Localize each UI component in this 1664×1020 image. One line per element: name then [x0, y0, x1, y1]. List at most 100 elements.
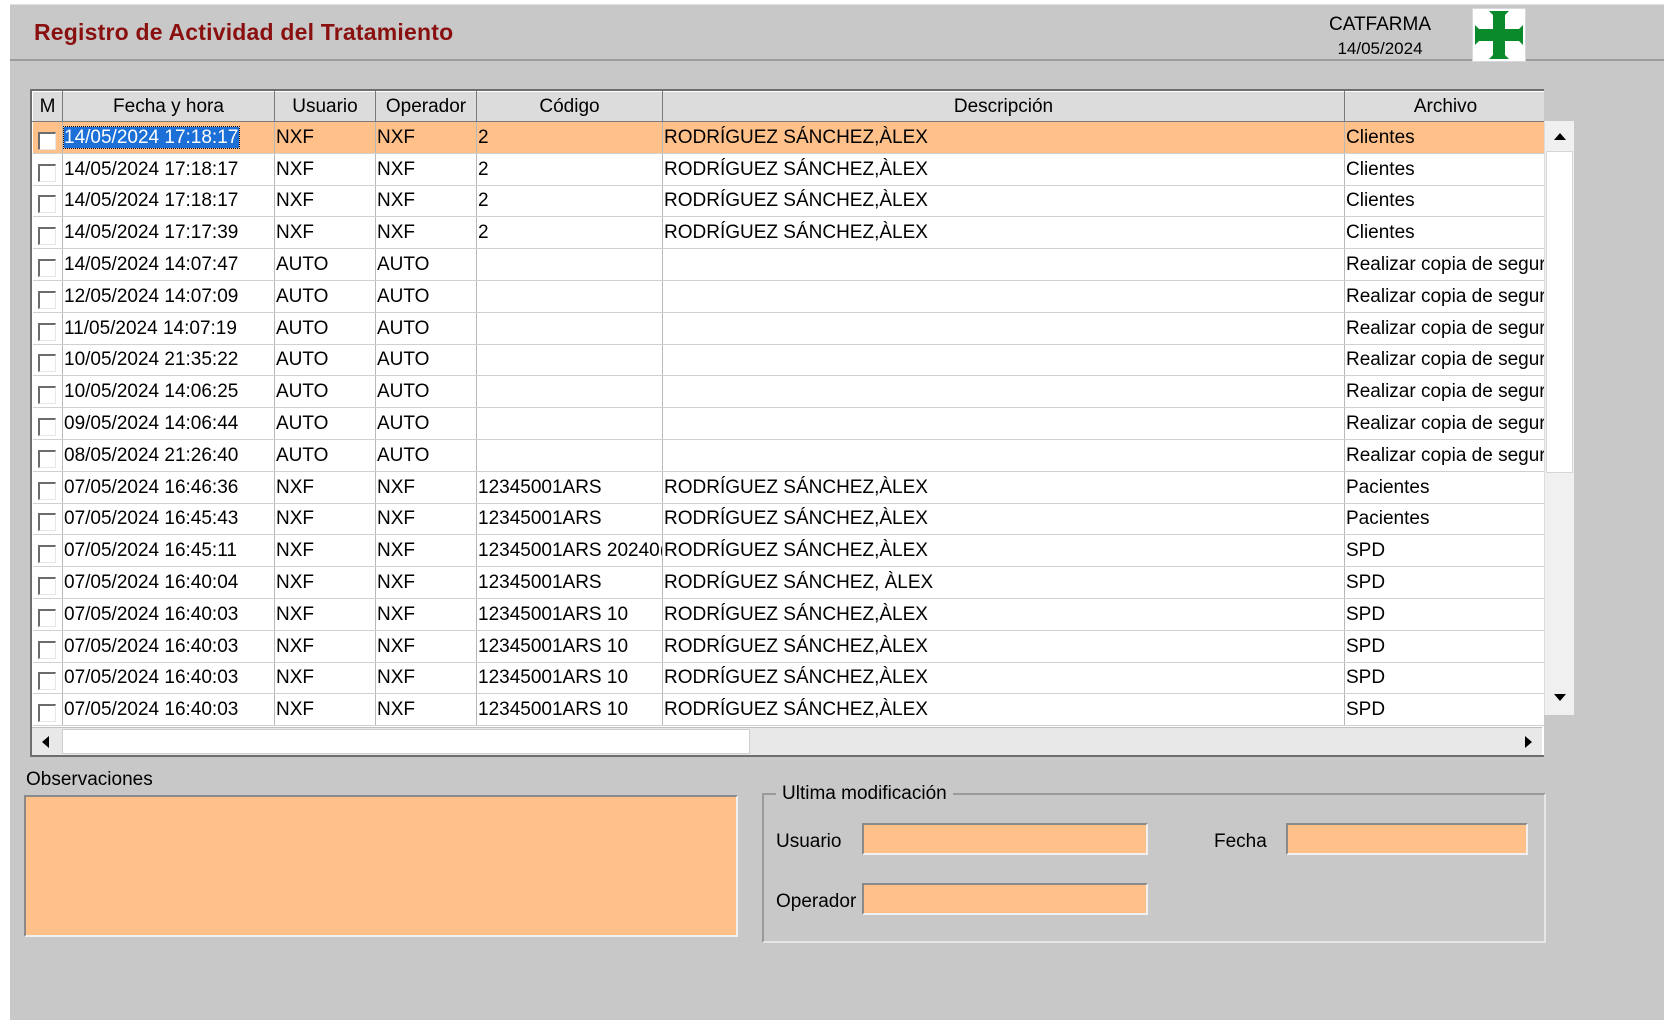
table-row[interactable]: 14/05/2024 17:18:17 NXF NXF 2 RODRÍGUEZ SÁNC…: [32, 121, 1544, 154]
row-mark-cell[interactable]: [32, 280, 63, 313]
row-mark-cell[interactable]: [32, 662, 63, 695]
row-mark-checkbox[interactable]: [38, 449, 57, 468]
cell-operador[interactable]: AUTO: [375, 280, 477, 313]
cell-archivo[interactable]: Clientes: [1344, 121, 1544, 154]
cell-codigo[interactable]: [476, 280, 663, 313]
cell-archivo[interactable]: Pacientes: [1344, 503, 1544, 536]
cell-operador[interactable]: NXF: [375, 566, 477, 599]
cell-archivo[interactable]: Clientes: [1344, 153, 1544, 186]
cell-codigo[interactable]: 12345001ARS 10: [476, 693, 663, 727]
fecha-field[interactable]: [1286, 823, 1528, 855]
cell-fecha[interactable]: 14/05/2024 17:18:17: [62, 185, 275, 218]
cell-archivo[interactable]: Clientes: [1344, 185, 1544, 218]
table-row[interactable]: 12/05/2024 14:07:09 AUTO AUTO Realizar copi…: [32, 280, 1544, 313]
cell-fecha[interactable]: 07/05/2024 16:46:36: [62, 471, 275, 504]
cell-descripcion[interactable]: [662, 312, 1345, 345]
cell-fecha[interactable]: 07/05/2024 16:40:03: [62, 630, 275, 663]
cell-descripcion[interactable]: [662, 439, 1345, 472]
cell-operador[interactable]: NXF: [375, 185, 477, 218]
observaciones-textarea[interactable]: [24, 795, 738, 937]
row-mark-checkbox[interactable]: [38, 418, 57, 437]
row-mark-checkbox[interactable]: [38, 704, 57, 723]
row-mark-cell[interactable]: [32, 216, 63, 250]
row-mark-cell[interactable]: [32, 375, 63, 409]
cell-fecha[interactable]: 10/05/2024 14:06:25: [62, 375, 275, 409]
vertical-scrollbar[interactable]: [1544, 121, 1574, 715]
cell-descripcion[interactable]: RODRÍGUEZ SÁNCHEZ,ÀLEX: [662, 153, 1345, 186]
cell-codigo[interactable]: 2: [476, 121, 663, 154]
cell-codigo[interactable]: 12345001ARS 10: [476, 662, 663, 695]
activity-grid[interactable]: M Fecha y hora Usuario Operador Código D…: [30, 89, 1544, 757]
row-mark-cell[interactable]: [32, 566, 63, 599]
row-mark-cell[interactable]: [32, 407, 63, 440]
cell-descripcion[interactable]: [662, 407, 1345, 440]
cell-operador[interactable]: NXF: [375, 471, 477, 504]
row-mark-checkbox[interactable]: [38, 672, 57, 691]
row-mark-checkbox[interactable]: [38, 227, 57, 246]
cell-usuario[interactable]: NXF: [274, 216, 376, 250]
row-mark-cell[interactable]: [32, 248, 63, 281]
row-mark-checkbox[interactable]: [38, 195, 57, 214]
cell-codigo[interactable]: 12345001ARS 10: [476, 598, 663, 631]
cell-codigo[interactable]: [476, 344, 663, 377]
cell-descripcion[interactable]: RODRÍGUEZ SÁNCHEZ,ÀLEX: [662, 471, 1345, 504]
cell-usuario[interactable]: NXF: [274, 534, 376, 568]
cell-archivo[interactable]: SPD: [1344, 693, 1544, 727]
cell-usuario[interactable]: NXF: [274, 185, 376, 218]
table-row[interactable]: 07/05/2024 16:45:11 NXF NXF 12345001ARS 202…: [32, 534, 1544, 568]
cell-operador[interactable]: AUTO: [375, 312, 477, 345]
row-mark-checkbox[interactable]: [38, 322, 57, 341]
column-header-operador[interactable]: Operador: [375, 91, 477, 122]
cell-codigo[interactable]: [476, 375, 663, 409]
row-mark-cell[interactable]: [32, 344, 63, 377]
cell-codigo[interactable]: [476, 439, 663, 472]
cell-fecha[interactable]: 07/05/2024 16:40:03: [62, 693, 275, 727]
cell-operador[interactable]: NXF: [375, 153, 477, 186]
cell-codigo[interactable]: 12345001ARS 20240(: [476, 534, 663, 568]
cell-archivo[interactable]: Realizar copia de seguric: [1344, 312, 1544, 345]
cell-archivo[interactable]: Realizar copia de seguric: [1344, 407, 1544, 440]
cell-codigo[interactable]: 12345001ARS 10: [476, 630, 663, 663]
row-mark-checkbox[interactable]: [38, 290, 57, 309]
cell-fecha[interactable]: 11/05/2024 14:07:19: [62, 312, 275, 345]
cell-codigo[interactable]: 2: [476, 153, 663, 186]
cell-operador[interactable]: NXF: [375, 534, 477, 568]
cell-codigo[interactable]: [476, 407, 663, 440]
row-mark-checkbox[interactable]: [38, 354, 57, 373]
column-header-m[interactable]: M: [32, 91, 63, 122]
cell-codigo[interactable]: 2: [476, 216, 663, 250]
column-header-usuario[interactable]: Usuario: [274, 91, 376, 122]
column-header-codigo[interactable]: Código: [476, 91, 663, 122]
table-row[interactable]: 07/05/2024 16:46:36 NXF NXF 12345001ARS RODR…: [32, 471, 1544, 504]
cell-operador[interactable]: NXF: [375, 662, 477, 695]
row-mark-cell[interactable]: [32, 630, 63, 663]
cell-descripcion[interactable]: RODRÍGUEZ SÁNCHEZ,ÀLEX: [662, 662, 1345, 695]
cell-operador[interactable]: AUTO: [375, 407, 477, 440]
cell-descripcion[interactable]: RODRÍGUEZ SÁNCHEZ, ÀLEX: [662, 566, 1345, 599]
table-row[interactable]: 09/05/2024 14:06:44 AUTO AUTO Realizar copi…: [32, 407, 1544, 440]
row-mark-checkbox[interactable]: [38, 608, 57, 627]
row-mark-checkbox[interactable]: [38, 386, 57, 405]
cell-descripcion[interactable]: RODRÍGUEZ SÁNCHEZ,ÀLEX: [662, 503, 1345, 536]
cell-usuario[interactable]: AUTO: [274, 375, 376, 409]
cell-operador[interactable]: AUTO: [375, 248, 477, 281]
cell-codigo[interactable]: 12345001ARS: [476, 503, 663, 536]
cell-usuario[interactable]: NXF: [274, 598, 376, 631]
horizontal-scrollbar[interactable]: [32, 727, 1542, 755]
row-mark-cell[interactable]: [32, 121, 63, 154]
cell-usuario[interactable]: NXF: [274, 153, 376, 186]
operador-field[interactable]: [862, 883, 1148, 915]
row-mark-cell[interactable]: [32, 693, 63, 727]
cell-usuario[interactable]: AUTO: [274, 312, 376, 345]
cell-operador[interactable]: AUTO: [375, 375, 477, 409]
cell-archivo[interactable]: SPD: [1344, 662, 1544, 695]
table-row[interactable]: 14/05/2024 17:18:17 NXF NXF 2 RODRÍGUEZ SÁNC…: [32, 153, 1544, 186]
cell-archivo[interactable]: Realizar copia de seguric: [1344, 344, 1544, 377]
cell-archivo[interactable]: Realizar copia de seguric: [1344, 439, 1544, 472]
vertical-scroll-thumb[interactable]: [1546, 151, 1573, 473]
table-row[interactable]: 14/05/2024 17:17:39 NXF NXF 2 RODRÍGUEZ SÁNC…: [32, 216, 1544, 250]
row-mark-cell[interactable]: [32, 471, 63, 504]
cell-archivo[interactable]: Realizar copia de seguric: [1344, 375, 1544, 409]
cell-descripcion[interactable]: RODRÍGUEZ SÁNCHEZ,ÀLEX: [662, 693, 1345, 727]
cell-usuario[interactable]: AUTO: [274, 344, 376, 377]
